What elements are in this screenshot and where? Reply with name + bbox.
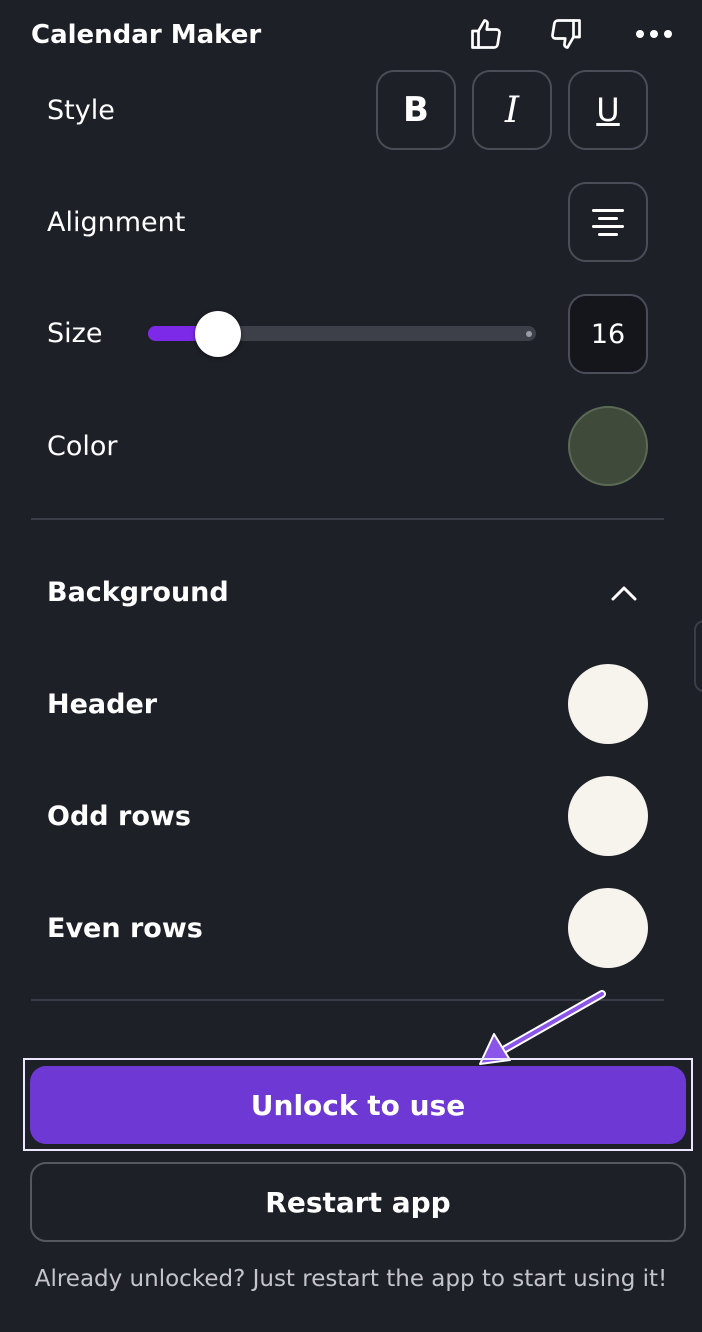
underline-glyph: U: [596, 91, 620, 129]
more-icon[interactable]: [634, 14, 674, 54]
color-label: Color: [47, 431, 118, 462]
thumbs-down-icon[interactable]: [546, 14, 586, 54]
align-center-icon: [592, 209, 624, 236]
bold-glyph: B: [403, 90, 429, 130]
alignment-label: Alignment: [47, 207, 186, 238]
size-input[interactable]: 16: [568, 294, 648, 374]
restart-hint-text: Already unlocked? Just restart the app t…: [34, 1266, 668, 1292]
divider: [31, 518, 664, 520]
underline-button[interactable]: U: [568, 70, 648, 150]
odd-rows-color-label: Odd rows: [47, 801, 191, 832]
header-color-label: Header: [47, 689, 158, 720]
alignment-button[interactable]: [568, 182, 648, 262]
size-label: Size: [47, 318, 103, 349]
chevron-up-icon[interactable]: [604, 578, 644, 608]
header-color-swatch[interactable]: [568, 664, 648, 744]
even-rows-color-label: Even rows: [47, 913, 203, 944]
italic-button[interactable]: I: [472, 70, 552, 150]
size-slider-thumb[interactable]: [194, 311, 241, 357]
unlock-button[interactable]: Unlock to use: [30, 1066, 686, 1144]
side-scroll-handle[interactable]: [694, 620, 702, 692]
even-rows-color-swatch[interactable]: [568, 888, 648, 968]
style-label: Style: [47, 95, 115, 126]
restart-app-button[interactable]: Restart app: [30, 1162, 686, 1242]
italic-glyph: I: [504, 89, 520, 131]
thumbs-up-icon[interactable]: [466, 14, 506, 54]
bold-button[interactable]: B: [376, 70, 456, 150]
app-title: Calendar Maker: [31, 20, 262, 50]
background-section-title: Background: [47, 577, 229, 608]
odd-rows-color-swatch[interactable]: [568, 776, 648, 856]
size-slider-end-dot: [526, 331, 532, 337]
text-color-swatch[interactable]: [568, 406, 648, 486]
